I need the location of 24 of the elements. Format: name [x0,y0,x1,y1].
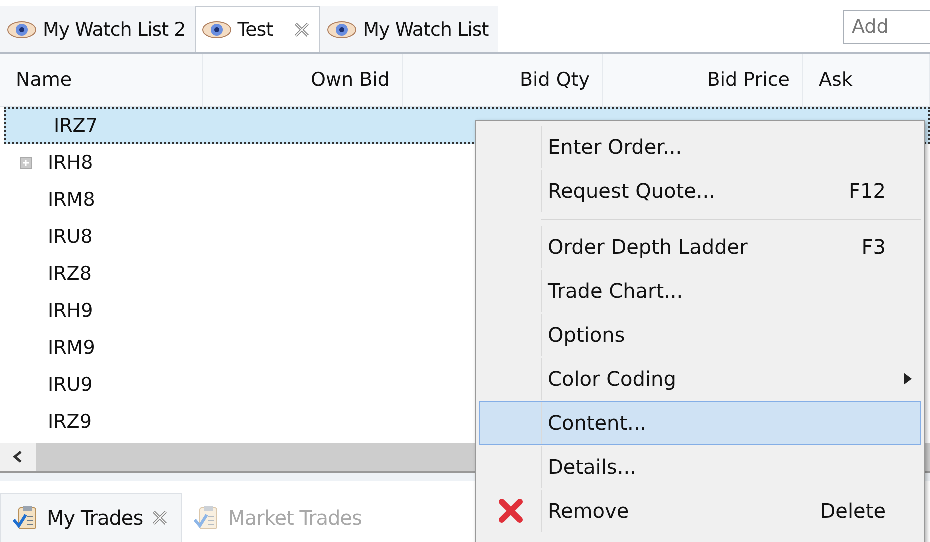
eye-icon [7,20,37,38]
close-icon[interactable] [151,509,170,527]
watch-list-tab[interactable]: Test [194,6,320,52]
watch-list-tab[interactable]: My Watch List 2 [0,6,195,52]
close-icon[interactable] [293,20,312,38]
watch-list-tab[interactable]: My Watch List [320,6,498,52]
column-header[interactable]: Own Bid [203,54,403,106]
expand-icon[interactable] [20,156,32,168]
clipboard-check-icon [13,505,39,531]
column-header[interactable]: Bid Price [603,54,803,106]
menu-item[interactable]: Details... [479,445,921,489]
column-header[interactable]: Bid Qty [403,54,603,106]
menu-item[interactable]: Remove Delete [479,489,921,533]
submenu-arrow-icon [903,372,913,386]
clipboard-check-icon [194,505,220,531]
view-tab[interactable]: My Trades [0,493,182,542]
column-header[interactable]: Name [0,54,203,106]
menu-item[interactable]: Content... [479,401,921,445]
scroll-left-icon[interactable] [0,443,36,471]
eye-icon [327,20,358,38]
add-field[interactable]: Add [843,10,930,44]
column-header[interactable]: Ask [803,54,930,106]
delete-icon [498,499,524,523]
eye-icon [202,20,232,38]
